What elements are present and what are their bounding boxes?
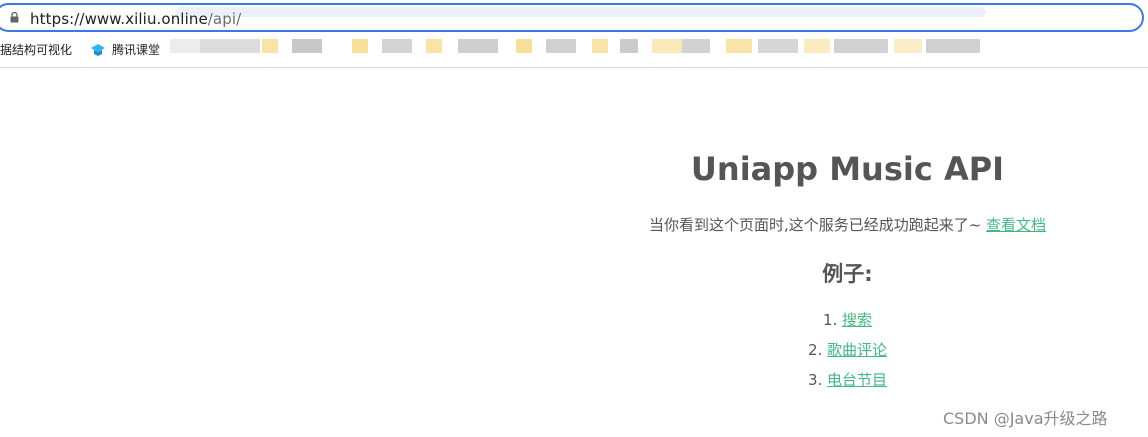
view-docs-link[interactable]: 查看文档	[986, 216, 1046, 234]
lock-icon[interactable]	[10, 12, 19, 23]
address-bar[interactable]: https://www.xiliu.online/api/	[0, 3, 1144, 32]
examples-list: 1. 搜索 2. 歌曲评论 3. 电台节目	[590, 310, 1105, 400]
page-title: Uniapp Music API	[690, 150, 1005, 188]
url-path: /api/	[207, 10, 242, 28]
example-link-song-comments[interactable]: 歌曲评论	[827, 341, 887, 359]
example-link-search[interactable]: 搜索	[842, 311, 872, 329]
list-number: 3.	[807, 371, 823, 389]
intro-text: 当你看到这个页面时,这个服务已经成功跑起来了~	[648, 216, 987, 234]
bookmark-label: 腾讯课堂	[112, 43, 161, 57]
list-number: 2.	[807, 341, 823, 359]
url-selection-highlight	[176, 7, 986, 17]
bookmark-item[interactable]: 据结构可视化	[0, 41, 72, 58]
toolbar-divider	[0, 67, 1148, 68]
url-text[interactable]: https://www.xiliu.online/api/	[30, 10, 241, 28]
list-item: 2. 歌曲评论	[590, 340, 1105, 370]
example-link-radio-programs[interactable]: 电台节目	[827, 371, 887, 389]
csdn-watermark: CSDN @Java升级之路	[943, 409, 1108, 428]
url-host: https://www.xiliu.online	[30, 10, 208, 28]
examples-heading: 例子:	[822, 262, 873, 286]
blurred-bookmarks	[170, 39, 980, 69]
list-number: 1.	[822, 311, 838, 329]
bookmarks-bar: 据结构可视化 腾讯课堂	[0, 33, 1148, 67]
tencent-classroom-icon	[91, 43, 105, 56]
list-item: 3. 电台节目	[590, 370, 1105, 400]
intro-paragraph: 当你看到这个页面时,这个服务已经成功跑起来了~ 查看文档	[590, 214, 1105, 235]
bookmark-item-tencent-classroom[interactable]: 腾讯课堂	[90, 41, 160, 58]
bookmark-label: 据结构可视化	[0, 43, 73, 57]
list-item: 1. 搜索	[590, 310, 1105, 340]
